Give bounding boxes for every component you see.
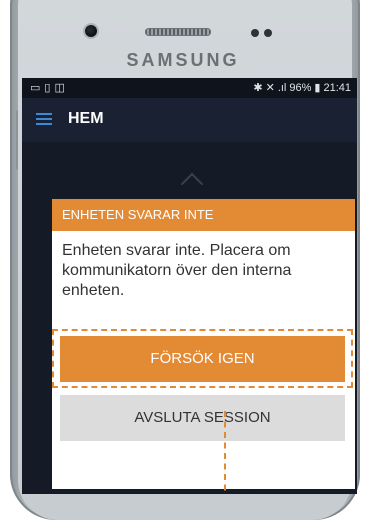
cast-icon: ◫ — [54, 82, 65, 94]
app-bar: HEM — [22, 98, 357, 142]
image-icon: ▭ — [30, 82, 41, 94]
callout-line — [224, 411, 226, 494]
status-right: ✱ ✕ .ıl 96% ▮ 21:41 — [253, 81, 351, 95]
end-session-button[interactable]: AVSLUTA SESSION — [60, 395, 345, 441]
bluetooth-icon: ✱ — [253, 82, 263, 94]
light-sensor — [264, 29, 272, 37]
menu-icon[interactable] — [36, 110, 52, 128]
device-brand: SAMSUNG — [126, 50, 240, 70]
mute-icon: ✕ — [265, 82, 275, 94]
front-camera — [85, 25, 97, 37]
status-left: ▭ ▯ ◫ — [30, 81, 65, 94]
dialog-message: Enheten svarar inte. Placera om kommunik… — [62, 242, 292, 299]
earpiece-speaker — [145, 28, 211, 36]
battery-percent: 96% — [289, 81, 312, 94]
proximity-sensor — [251, 29, 259, 37]
status-bar: ▭ ▯ ◫ ✱ ✕ .ıl 96% ▮ 21:41 — [22, 78, 357, 98]
page-title: HEM — [68, 110, 104, 127]
error-dialog: ENHETEN SVARAR INTE Enheten svarar inte.… — [52, 199, 355, 494]
dialog-title: ENHETEN SVARAR INTE — [52, 199, 355, 231]
screen: ▭ ▯ ◫ ✱ ✕ .ıl 96% ▮ 21:41 HEM ENHETEN SV… — [22, 78, 357, 494]
retry-button[interactable]: FÖRSÖK IGEN — [60, 336, 345, 382]
clock: 21:41 — [323, 81, 351, 94]
battery-icon: ▮ — [314, 82, 321, 94]
signal-icon: .ıl — [277, 81, 287, 94]
sim-icon: ▯ — [44, 82, 51, 94]
